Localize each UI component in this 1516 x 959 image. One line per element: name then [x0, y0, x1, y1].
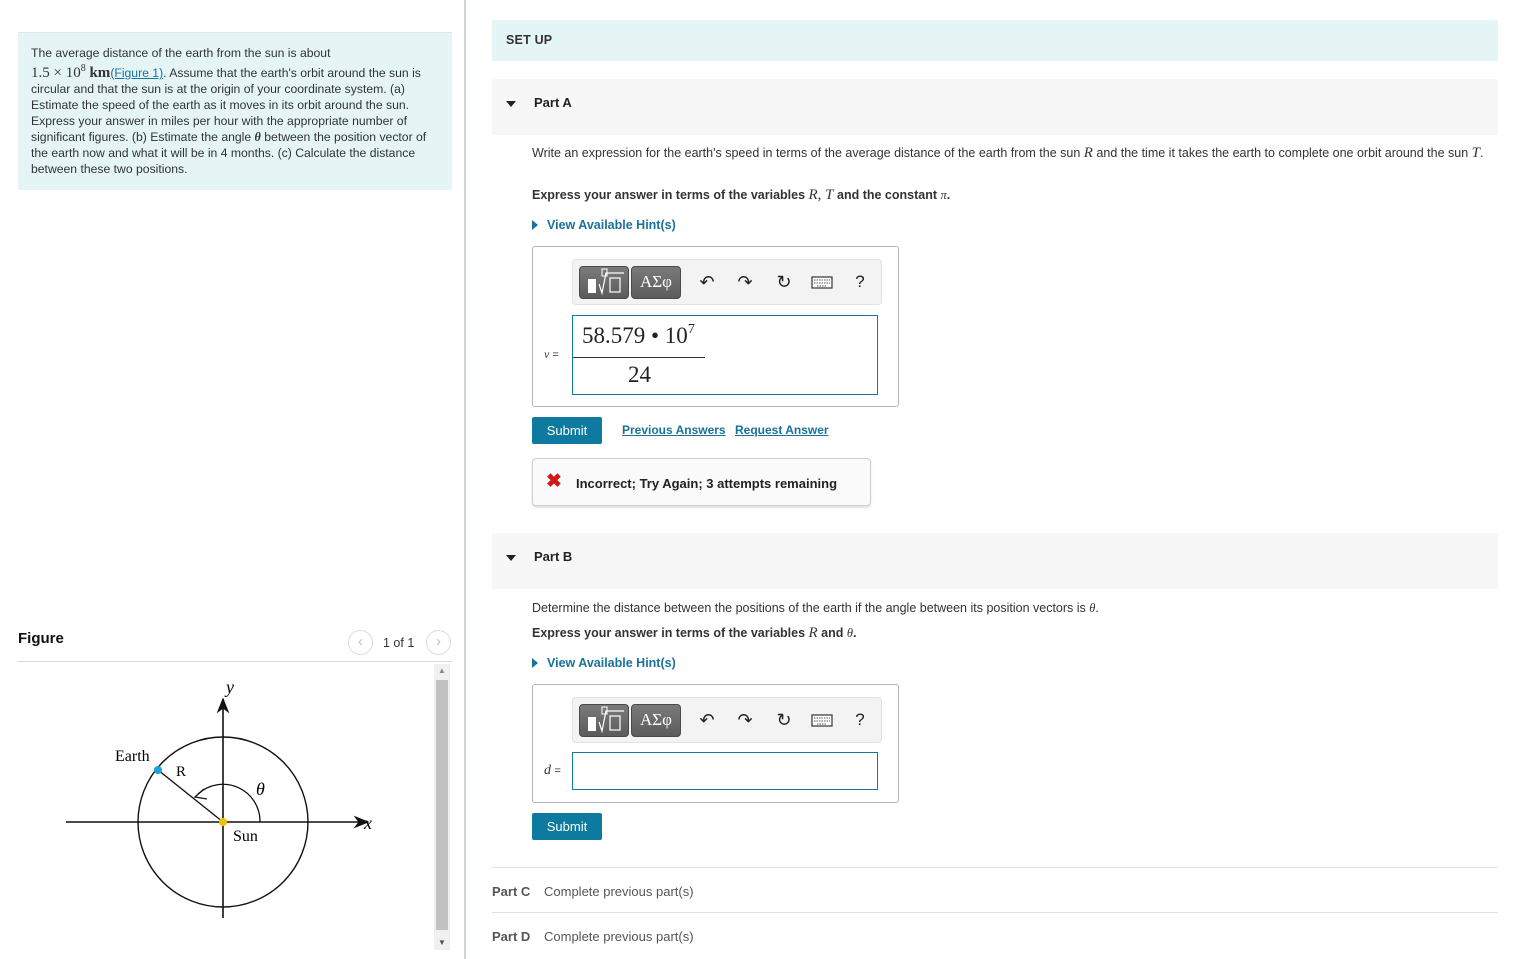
part-b-header[interactable]: Part B [492, 533, 1498, 589]
radius-label: R [176, 764, 186, 780]
problem-statement: The average distance of the earth from t… [18, 32, 452, 190]
angle-arc [197, 783, 261, 823]
reset-icon[interactable]: ↻ [772, 708, 796, 732]
fraction-numerator: 58.579 • 107 [582, 322, 695, 348]
redo-icon[interactable]: ↷ [733, 270, 757, 294]
part-c-label: Part C [492, 884, 531, 899]
incorrect-x-icon: ✖ [546, 471, 562, 492]
feedback-message: ✖ Incorrect; Try Again; 3 attempts remai… [532, 458, 871, 506]
earth-label: Earth [115, 748, 150, 765]
chevron-left-icon[interactable]: ‹ [348, 630, 373, 655]
figure-link[interactable]: (Figure 1) [110, 66, 163, 80]
scroll-up-icon[interactable]: ▲ [434, 664, 450, 678]
help-button[interactable]: ? [848, 708, 872, 732]
collapse-triangle-icon[interactable] [506, 101, 516, 107]
part-a-hint-toggle[interactable]: View Available Hint(s) [532, 218, 676, 232]
scrollbar-thumb[interactable] [436, 680, 448, 930]
greek-symbols-button[interactable]: ΑΣφ [631, 704, 681, 737]
part-b-answer-input[interactable] [572, 752, 878, 790]
undo-icon[interactable]: ↶ [695, 270, 719, 294]
angle-label: θ [256, 779, 265, 799]
fraction-denominator: 24 [628, 362, 651, 387]
fraction-root-template-icon[interactable] [579, 266, 629, 299]
part-c-row: Part C Complete previous part(s) [492, 867, 1498, 912]
figure-scrollbar[interactable]: ▲ ▼ [434, 664, 450, 950]
part-d-label: Part D [492, 929, 531, 944]
radius-line [157, 769, 224, 823]
orbit-diagram: y x Earth R θ Sun [66, 677, 372, 918]
math-toolbar: ΑΣφ ↶ ↷ ↻ ? [572, 259, 882, 305]
variable-label-d: d = [544, 763, 561, 778]
sun-dot [219, 818, 227, 826]
collapse-triangle-icon[interactable] [506, 555, 516, 561]
undo-icon[interactable]: ↶ [695, 708, 719, 732]
earth-dot [154, 766, 162, 774]
expand-arrow-icon [532, 220, 538, 230]
keyboard-icon[interactable] [810, 708, 834, 732]
part-b-instruction: Express your answer in terms of the vari… [532, 625, 857, 641]
part-d-status: Complete previous part(s) [544, 929, 694, 944]
part-a-question: Write an expression for the earth's spee… [532, 145, 1484, 161]
part-b-submit-button[interactable]: Submit [532, 813, 602, 840]
part-a-submit-button[interactable]: Submit [532, 417, 602, 444]
setup-title: SET UP [506, 33, 553, 47]
reset-icon[interactable]: ↻ [772, 270, 796, 294]
figure-title: Figure [18, 630, 64, 647]
part-a-answer-input[interactable]: 58.579 • 107 24 [572, 315, 878, 395]
chevron-right-icon[interactable]: › [426, 630, 451, 655]
part-a-instruction: Express your answer in terms of the vari… [532, 187, 951, 203]
part-b-hint-toggle[interactable]: View Available Hint(s) [532, 656, 676, 670]
keyboard-icon[interactable] [810, 270, 834, 294]
fraction-root-template-icon[interactable] [579, 704, 629, 737]
sun-label: Sun [233, 828, 258, 845]
part-b-question: Determine the distance between the posit… [532, 601, 1099, 615]
y-axis-label: y [224, 677, 234, 697]
pane-divider[interactable] [464, 0, 466, 959]
angle-arrowhead [193, 788, 208, 800]
request-answer-link[interactable]: Request Answer [735, 423, 829, 437]
questions-pane: SET UP Part A Write an expression for th… [492, 0, 1498, 959]
orbit-figure: y x Earth R θ Sun [18, 663, 434, 953]
part-b-label: Part B [534, 549, 573, 564]
part-a-answer-box: ΑΣφ ↶ ↷ ↻ ? v = 58.579 • 107 24 [532, 246, 899, 407]
previous-answers-link[interactable]: Previous Answers [622, 423, 726, 437]
variable-label-v: v = [544, 347, 559, 361]
problem-text: The average distance of the earth from t… [31, 46, 331, 60]
figure-pager: 1 of 1 [383, 636, 415, 650]
distance-value: 1.5 × 108 km [31, 63, 111, 81]
part-c-status: Complete previous part(s) [544, 884, 694, 899]
figure-header: Figure ‹ 1 of 1 › [18, 628, 452, 662]
x-axis-label: x [363, 813, 372, 833]
part-a-label: Part A [534, 95, 572, 110]
help-button[interactable]: ? [848, 270, 872, 294]
problem-pane: The average distance of the earth from t… [0, 0, 465, 959]
fraction-bar [573, 357, 705, 358]
math-toolbar: ΑΣφ ↶ ↷ ↻ ? [572, 697, 882, 743]
scroll-down-icon[interactable]: ▼ [434, 936, 450, 950]
setup-section: SET UP [492, 20, 1498, 61]
part-b-answer-box: ΑΣφ ↶ ↷ ↻ ? d = [532, 684, 899, 803]
part-d-row: Part D Complete previous part(s) [492, 912, 1498, 957]
greek-symbols-button[interactable]: ΑΣφ [631, 266, 681, 299]
part-a-header[interactable]: Part A [492, 79, 1498, 135]
feedback-text: Incorrect; Try Again; 3 attempts remaini… [576, 476, 838, 491]
expand-arrow-icon [532, 658, 538, 668]
redo-icon[interactable]: ↷ [733, 708, 757, 732]
